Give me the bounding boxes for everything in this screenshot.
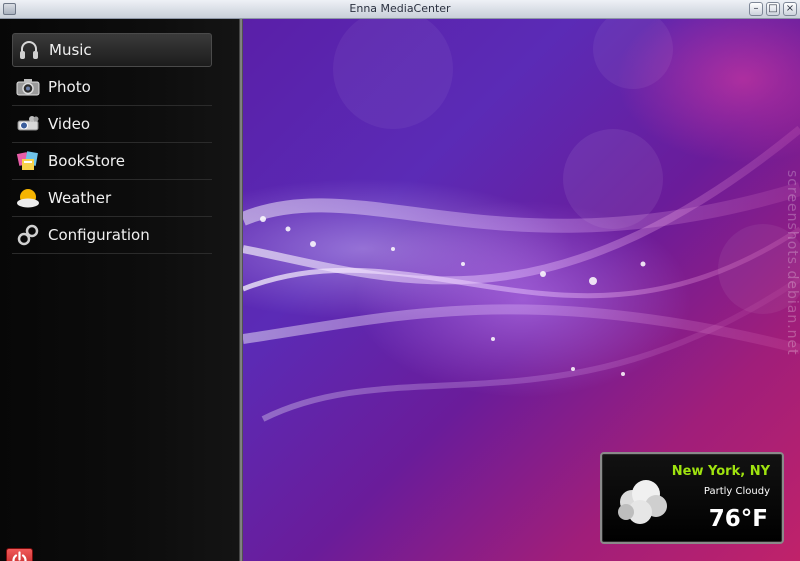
menu-item-weather[interactable]: Weather [12,180,212,217]
close-button[interactable]: × [783,2,797,16]
menu-item-label: Photo [48,78,91,96]
weather-widget: New York, NY Partly Cloudy 76°F [600,452,784,544]
weather-condition: Partly Cloudy [703,486,770,497]
title-bar: Enna MediaCenter – □ × [0,0,800,19]
weather-city: New York, NY [671,464,770,479]
headphones-icon [17,38,41,62]
sun-cloud-icon [16,186,40,210]
power-icon [11,551,28,561]
main-menu: Music Photo Video BookStore Weather Conf… [12,33,212,254]
power-button[interactable] [6,548,33,561]
gears-icon [16,223,40,247]
menu-item-label: Configuration [48,226,150,244]
minimize-button[interactable]: – [749,2,763,16]
sidebar: Music Photo Video BookStore Weather Conf… [0,19,240,561]
window-title: Enna MediaCenter [349,2,451,15]
menu-item-label: BookStore [48,152,125,170]
menu-item-configuration[interactable]: Configuration [12,217,212,254]
menu-item-label: Weather [48,189,112,207]
watermark: screenshots.debian.net [784,170,800,356]
projector-icon [16,112,40,136]
menu-item-music[interactable]: Music [12,33,212,67]
menu-item-label: Video [48,115,91,133]
camera-icon [16,75,40,99]
menu-item-photo[interactable]: Photo [12,69,212,106]
cloud-icon [612,472,672,532]
menu-item-bookstore[interactable]: BookStore [12,143,212,180]
books-icon [16,149,40,173]
maximize-button[interactable]: □ [766,2,780,16]
menu-item-video[interactable]: Video [12,106,212,143]
menu-item-label: Music [49,41,92,59]
weather-temperature: 76°F [708,506,768,532]
